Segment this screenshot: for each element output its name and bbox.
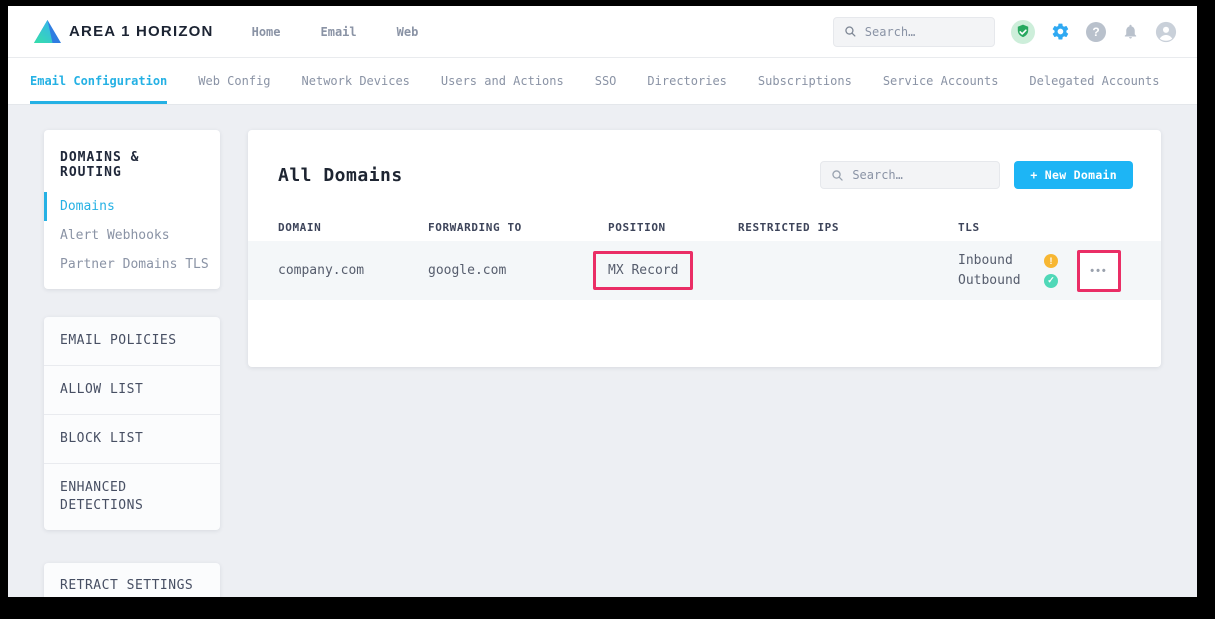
- account-avatar-icon[interactable]: [1155, 21, 1177, 43]
- tab-email-configuration[interactable]: Email Configuration: [30, 58, 167, 104]
- position-annotation-box: MX Record: [593, 251, 693, 290]
- table-row: company.com google.com MX Record Inbound…: [248, 241, 1161, 300]
- more-options-icon: •••: [1090, 265, 1108, 277]
- settings-gear-icon[interactable]: [1051, 22, 1070, 41]
- forwarding-to-cell: google.com: [428, 263, 608, 278]
- sidebar-item-email-policies[interactable]: EMAIL POLICIES: [44, 317, 220, 365]
- tab-directories[interactable]: Directories: [647, 58, 726, 104]
- global-search-input[interactable]: [865, 25, 984, 39]
- tab-users-and-actions[interactable]: Users and Actions: [441, 58, 564, 104]
- sidebar-item-allow-list[interactable]: ALLOW LIST: [44, 365, 220, 414]
- primary-nav: Home Email Web: [252, 25, 419, 39]
- tls-outbound-row: Outbound ✓: [958, 273, 1058, 288]
- col-forwarding-to: FORWARDING TO: [428, 221, 608, 234]
- domains-routing-title: DOMAINS & ROUTING: [44, 146, 220, 192]
- col-tls: TLS: [958, 221, 1077, 234]
- panel-header: All Domains + New Domain: [248, 130, 1161, 189]
- row-actions-menu-button[interactable]: •••: [1077, 250, 1121, 292]
- brand-name: AREA 1 HORIZON: [69, 23, 214, 40]
- sidebar-item-retract-settings[interactable]: RETRACT SETTINGS: [44, 563, 220, 597]
- nav-web[interactable]: Web: [397, 25, 419, 39]
- domain-cell: company.com: [278, 263, 428, 278]
- tab-sso[interactable]: SSO: [595, 58, 617, 104]
- sidebar-item-partner-domains-tls[interactable]: Partner Domains TLS: [44, 250, 220, 279]
- sidebar-item-domains[interactable]: Domains: [44, 192, 220, 221]
- tab-network-devices[interactable]: Network Devices: [302, 58, 410, 104]
- domains-search[interactable]: [820, 161, 1000, 189]
- topbar-right: ?: [833, 17, 1177, 47]
- sidebar-item-alert-webhooks[interactable]: Alert Webhooks: [44, 221, 220, 250]
- success-status-icon: ✓: [1044, 274, 1058, 288]
- col-restricted-ips: RESTRICTED IPS: [738, 221, 958, 234]
- position-cell: MX Record: [608, 251, 738, 290]
- top-header: AREA 1 HORIZON Home Email Web: [8, 6, 1197, 58]
- email-sections-card: EMAIL POLICIES ALLOW LIST BLOCK LIST ENH…: [44, 317, 220, 530]
- app-canvas: AREA 1 HORIZON Home Email Web: [8, 6, 1197, 597]
- actions-cell: •••: [1077, 250, 1137, 292]
- search-icon: [844, 24, 857, 39]
- col-position: POSITION: [608, 221, 738, 234]
- tls-inbound-row: Inbound !: [958, 253, 1058, 268]
- search-icon: [831, 168, 844, 183]
- domains-table: DOMAIN FORWARDING TO POSITION RESTRICTED…: [248, 213, 1161, 300]
- table-header-row: DOMAIN FORWARDING TO POSITION RESTRICTED…: [248, 213, 1161, 241]
- tab-web-config[interactable]: Web Config: [198, 58, 270, 104]
- global-search[interactable]: [833, 17, 995, 47]
- nav-email[interactable]: Email: [321, 25, 357, 39]
- new-domain-button[interactable]: + New Domain: [1014, 161, 1133, 189]
- tab-subscriptions[interactable]: Subscriptions: [758, 58, 852, 104]
- tls-outbound-label: Outbound: [958, 273, 1021, 288]
- domains-search-input[interactable]: [852, 168, 989, 182]
- tab-delegated-accounts[interactable]: Delegated Accounts: [1029, 58, 1159, 104]
- tls-cell: Inbound ! Outbound ✓: [958, 253, 1077, 288]
- all-domains-panel: All Domains + New Domain DOMAIN FORWARDI…: [248, 130, 1161, 367]
- tab-service-accounts[interactable]: Service Accounts: [883, 58, 999, 104]
- notifications-bell-icon[interactable]: [1122, 23, 1139, 40]
- brand[interactable]: AREA 1 HORIZON: [34, 20, 214, 43]
- area1-logo-icon: [34, 20, 61, 43]
- tls-inbound-label: Inbound: [958, 253, 1013, 268]
- sidebar-item-block-list[interactable]: BLOCK LIST: [44, 414, 220, 463]
- config-tabs: Email Configuration Web Config Network D…: [8, 58, 1197, 105]
- col-domain: DOMAIN: [278, 221, 428, 234]
- sidebar: DOMAINS & ROUTING Domains Alert Webhooks…: [44, 130, 220, 597]
- retract-settings-card: RETRACT SETTINGS: [44, 563, 220, 597]
- domains-routing-card: DOMAINS & ROUTING Domains Alert Webhooks…: [44, 130, 220, 289]
- warning-status-icon: !: [1044, 254, 1058, 268]
- nav-home[interactable]: Home: [252, 25, 281, 39]
- sidebar-item-enhanced-detections[interactable]: ENHANCED DETECTIONS: [44, 463, 220, 530]
- help-icon[interactable]: ?: [1086, 22, 1106, 42]
- page-title: All Domains: [278, 165, 403, 186]
- verified-shield-icon[interactable]: [1011, 20, 1035, 44]
